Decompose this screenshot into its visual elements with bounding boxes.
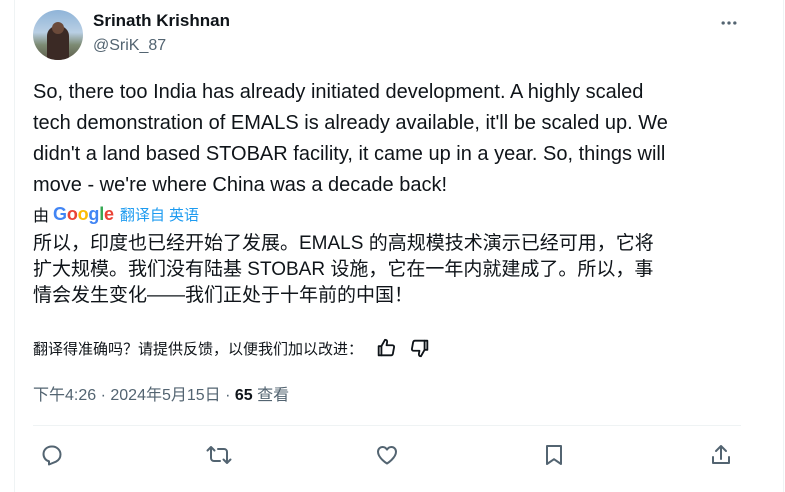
reply-icon <box>42 445 62 466</box>
translated-text: 所以，印度也已经开始了发展。EMALS 的高规模技术演示已经可用，它将 扩大规模… <box>33 231 733 309</box>
retweet-button[interactable] <box>204 440 234 470</box>
action-bar <box>33 440 741 470</box>
tweet-date[interactable]: 2024年5月15日 <box>110 387 220 404</box>
translation-feedback: 翻译得准确吗？请提供反馈，以便我们加以改进： <box>33 337 431 359</box>
share-button[interactable] <box>706 440 736 470</box>
meta-separator: · <box>96 387 111 404</box>
by-prefix: 由 <box>33 208 50 225</box>
bookmark-icon <box>546 445 562 465</box>
divider <box>33 425 741 426</box>
tweet-text-line: So, there too India has already initiate… <box>33 81 644 103</box>
author-handle[interactable]: @SriK_87 <box>93 37 166 55</box>
tweet-text-line: move - we're where China was a decade ba… <box>33 174 448 196</box>
translated-from-link[interactable]: 翻译自 英语 <box>120 204 199 225</box>
google-logo: Google <box>53 203 114 224</box>
like-button[interactable] <box>372 440 402 470</box>
translated-text-line: 扩大规模。我们没有陆基 STOBAR 设施，它在一年内就建成了。所以，事 <box>33 259 654 280</box>
tweet-meta: 下午4:26 · 2024年5月15日 · 65 查看 <box>33 381 289 405</box>
share-icon <box>712 445 730 464</box>
tweet-text-line: tech demonstration of EMALS is already a… <box>33 112 668 134</box>
tweet-time[interactable]: 下午4:26 <box>33 387 96 404</box>
avatar[interactable] <box>33 10 83 60</box>
bookmark-button[interactable] <box>539 440 569 470</box>
thumbs-down-button[interactable] <box>409 337 431 359</box>
meta-separator: · <box>220 387 235 404</box>
translated-text-line: 所以，印度也已经开始了发展。EMALS 的高规模技术演示已经可用，它将 <box>33 233 654 254</box>
retweet-icon <box>206 446 232 464</box>
views-label: 查看 <box>252 387 290 404</box>
tweet-text-line: didn't a land based STOBAR facility, it … <box>33 143 666 165</box>
thumbs-up-icon <box>377 338 396 357</box>
author-name[interactable]: Srinath Krishnan <box>93 11 230 31</box>
views-count: 65 <box>234 387 253 404</box>
translated-text-line: 情会发生变化——我们正处于十年前的中国！ <box>33 285 414 306</box>
tweet-text: So, there too India has already initiate… <box>33 77 733 201</box>
translation-attribution: 由 Google 翻译自 英语 <box>33 201 199 227</box>
reply-button[interactable] <box>37 440 67 470</box>
more-options-button[interactable] <box>716 10 742 36</box>
feedback-prompt: 翻译得准确吗？请提供反馈，以便我们加以改进： <box>33 340 364 358</box>
more-horizontal-icon <box>721 21 737 25</box>
heart-icon <box>377 446 397 465</box>
avatar-head <box>52 22 64 34</box>
thumbs-down-icon <box>411 339 429 358</box>
thumbs-up-button[interactable] <box>375 337 397 359</box>
